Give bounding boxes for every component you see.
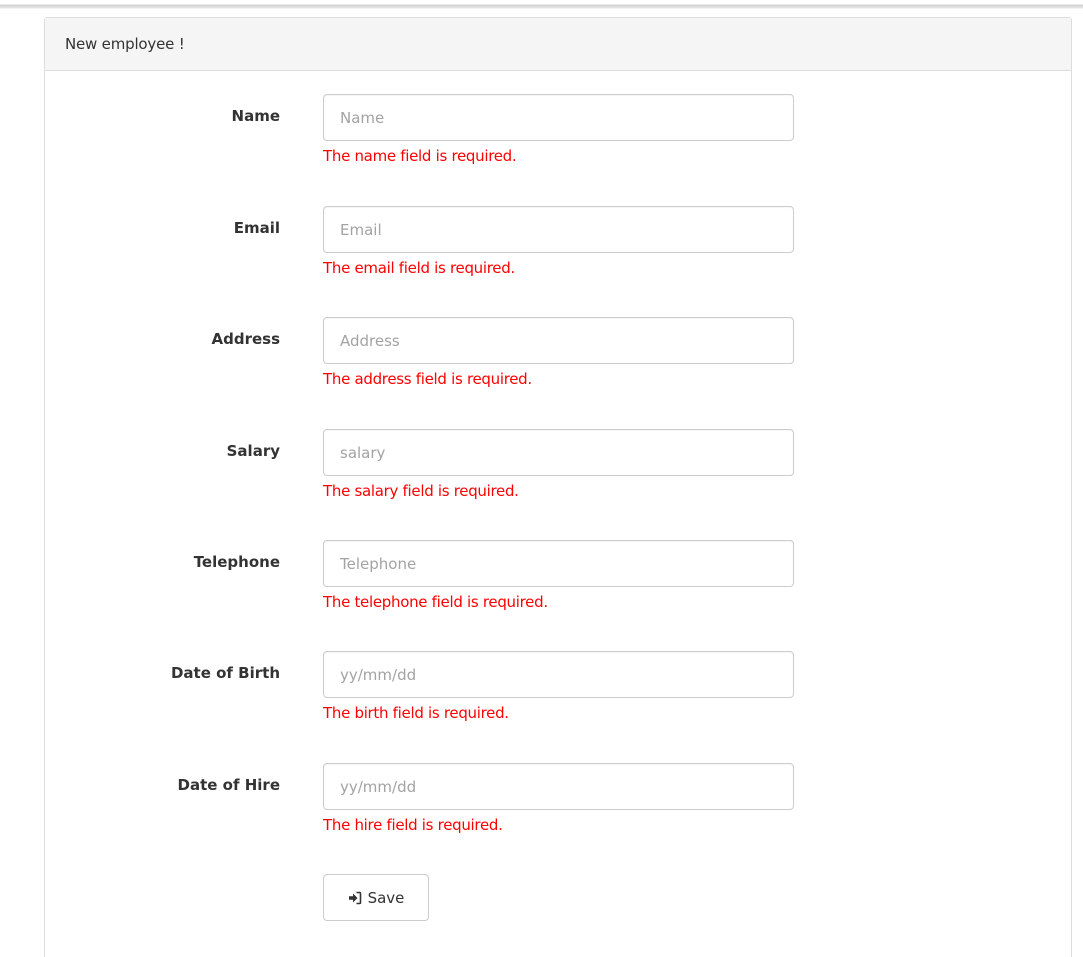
date-of-birth-input[interactable]	[323, 651, 794, 698]
date-of-hire-label: Date of Hire	[177, 776, 280, 794]
name-error: The name field is required.	[323, 147, 517, 165]
top-divider	[0, 0, 1083, 9]
telephone-error: The telephone field is required.	[323, 593, 548, 611]
save-button[interactable]: Save	[323, 874, 429, 921]
panel-title: New employee !	[65, 35, 185, 53]
form-group-date-of-birth: Date of Birth The birth field is require…	[45, 651, 1071, 741]
sign-in-icon	[348, 891, 362, 905]
panel-heading: New employee !	[45, 18, 1071, 71]
date-of-hire-input[interactable]	[323, 763, 794, 810]
date-of-hire-error: The hire field is required.	[323, 816, 503, 834]
employee-form-panel: New employee ! Name The name field is re…	[44, 17, 1072, 957]
address-input[interactable]	[323, 317, 794, 364]
salary-label: Salary	[226, 442, 280, 460]
date-of-birth-label: Date of Birth	[170, 664, 280, 682]
form-group-date-of-hire: Date of Hire The hire field is required.	[45, 763, 1071, 853]
email-error: The email field is required.	[323, 259, 515, 277]
salary-error: The salary field is required.	[323, 482, 519, 500]
address-error: The address field is required.	[323, 370, 532, 388]
salary-input[interactable]	[323, 429, 794, 476]
form-group-telephone: Telephone The telephone field is require…	[45, 540, 1071, 630]
date-of-birth-error: The birth field is required.	[323, 704, 509, 722]
telephone-input[interactable]	[323, 540, 794, 587]
form-group-email: Email The email field is required.	[45, 206, 1071, 296]
name-input[interactable]	[323, 94, 794, 141]
form-group-name: Name The name field is required.	[45, 94, 1071, 184]
telephone-label: Telephone	[193, 553, 280, 571]
address-label: Address	[211, 330, 280, 348]
name-label: Name	[231, 107, 280, 125]
form-group-salary: Salary The salary field is required.	[45, 429, 1071, 519]
save-label: Save	[367, 888, 405, 907]
email-input[interactable]	[323, 206, 794, 253]
email-label: Email	[233, 219, 280, 237]
form-group-address: Address The address field is required.	[45, 317, 1071, 407]
